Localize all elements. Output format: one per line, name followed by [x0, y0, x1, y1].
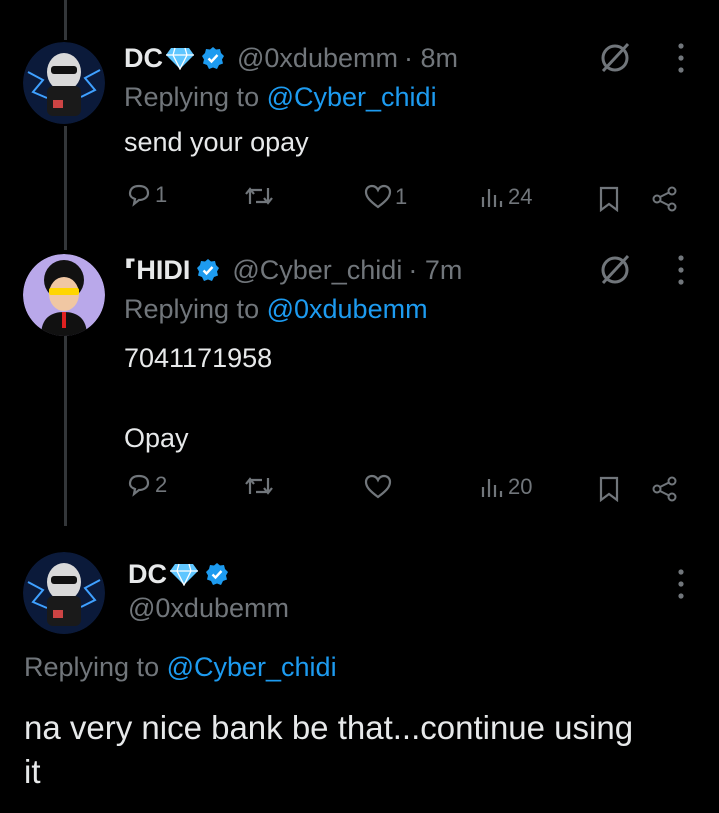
- share-icon: [652, 186, 677, 212]
- handle[interactable]: @0xdubemm: [237, 43, 398, 74]
- heart-icon: [364, 184, 392, 209]
- share-icon: [652, 476, 677, 502]
- views-button[interactable]: 20: [480, 474, 532, 500]
- more-vertical-icon[interactable]: [675, 568, 687, 600]
- diamond-emoji-icon: [170, 563, 198, 586]
- bookmark-button[interactable]: [598, 476, 620, 502]
- display-name[interactable]: DC: [128, 559, 167, 590]
- views-count: 24: [508, 184, 533, 209]
- retweet-button[interactable]: [244, 474, 274, 498]
- handle[interactable]: @0xdubemm: [128, 593, 289, 624]
- tweet-2[interactable]: ⸢HIDI @Cyber_chidi · 7m Replying to @0xd…: [0, 240, 719, 530]
- action-bar: 1 1 24: [124, 180, 684, 220]
- grok-icon[interactable]: [598, 40, 634, 76]
- action-bar: 2 20: [124, 470, 684, 510]
- verified-badge-icon: [206, 563, 228, 585]
- tweet-header: ⸢HIDI @Cyber_chidi · 7m: [124, 252, 462, 288]
- views-button[interactable]: 24: [480, 184, 532, 210]
- grok-icon[interactable]: [598, 252, 634, 288]
- tweet-1[interactable]: DC @0xdubemm · 8m Replying to @Cyber_chi…: [0, 0, 719, 240]
- mention-link[interactable]: @0xdubemm: [267, 294, 428, 324]
- bookmark-button[interactable]: [598, 186, 620, 212]
- tweet-header: DC: [128, 556, 229, 592]
- reply-icon: [128, 184, 150, 207]
- more-vertical-icon[interactable]: [675, 254, 687, 286]
- avatar[interactable]: [23, 42, 105, 124]
- replying-prefix: Replying to: [124, 294, 267, 324]
- replying-to: Replying to @Cyber_chidi: [24, 652, 337, 683]
- tweet-3-focused: DC @0xdubemm Replying to @Cyber_chidi na…: [0, 530, 719, 813]
- share-button[interactable]: [652, 186, 678, 212]
- timestamp[interactable]: · 7m: [408, 255, 462, 286]
- mention-link[interactable]: @Cyber_chidi: [167, 652, 337, 682]
- reply-count: 2: [155, 472, 168, 497]
- verified-badge-icon: [197, 259, 220, 281]
- bookmark-icon: [599, 186, 619, 212]
- like-button[interactable]: 1: [364, 184, 407, 210]
- handle[interactable]: @Cyber_chidi: [232, 255, 402, 286]
- avatar[interactable]: [23, 552, 105, 634]
- heart-icon: [364, 474, 392, 499]
- tweet-text: send your opay: [124, 127, 309, 157]
- tweet-header: DC @0xdubemm · 8m: [124, 40, 458, 76]
- views-count: 20: [508, 474, 533, 499]
- replying-to: Replying to @0xdubemm: [124, 294, 428, 325]
- display-name[interactable]: DC: [124, 43, 163, 74]
- verified-badge-icon: [202, 47, 224, 69]
- bookmark-icon: [599, 476, 619, 502]
- mention-link[interactable]: @Cyber_chidi: [267, 82, 437, 112]
- replying-to: Replying to @Cyber_chidi: [124, 82, 437, 113]
- replying-prefix: Replying to: [24, 652, 167, 682]
- reply-button[interactable]: 2: [126, 472, 167, 498]
- display-name[interactable]: ⸢HIDI: [124, 255, 190, 286]
- more-vertical-icon[interactable]: [675, 42, 687, 74]
- like-button[interactable]: [364, 474, 395, 500]
- retweet-icon: [245, 477, 273, 495]
- reply-count: 1: [155, 182, 168, 207]
- reply-icon: [128, 474, 150, 497]
- tweet-text: 7041171958 Opay: [124, 343, 273, 453]
- like-count: 1: [395, 184, 408, 209]
- reply-button[interactable]: 1: [126, 182, 167, 208]
- views-icon: [481, 189, 503, 207]
- diamond-emoji-icon: [166, 47, 194, 70]
- retweet-icon: [245, 187, 273, 205]
- timestamp[interactable]: · 8m: [404, 43, 458, 74]
- tweet-text: na very nice bank be that...continue usi…: [24, 709, 634, 790]
- views-icon: [481, 479, 503, 497]
- replying-prefix: Replying to: [124, 82, 267, 112]
- avatar[interactable]: [23, 254, 105, 336]
- share-button[interactable]: [652, 476, 678, 502]
- retweet-button[interactable]: [244, 184, 274, 208]
